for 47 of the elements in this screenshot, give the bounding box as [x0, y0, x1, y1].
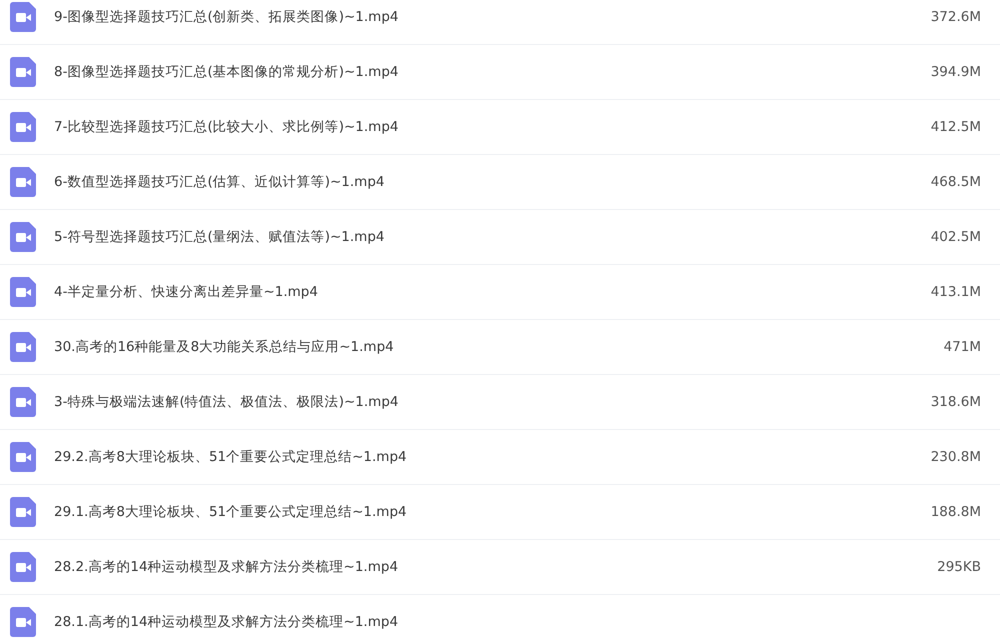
file-size: 471M — [944, 339, 981, 355]
file-row[interactable]: 9-图像型选择题技巧汇总(创新类、拓展类图像)~1.mp4 372.6M — [0, 0, 1000, 45]
file-name: 5-符号型选择题技巧汇总(量纲法、赋值法等)~1.mp4 — [54, 228, 386, 246]
file-name: 8-图像型选择题技巧汇总(基本图像的常规分析)~1.mp4 — [54, 63, 400, 81]
video-file-icon — [10, 167, 36, 197]
file-size: 295KB — [937, 559, 981, 575]
file-row[interactable]: 29.2.高考8大理论板块、51个重要公式定理总结~1.mp4 230.8M — [0, 430, 1000, 485]
video-file-icon — [10, 332, 36, 362]
file-size: 394.9M — [930, 64, 981, 80]
file-row[interactable]: 5-符号型选择题技巧汇总(量纲法、赋值法等)~1.mp4 402.5M — [0, 210, 1000, 265]
file-size: 372.6M — [930, 9, 981, 25]
video-file-icon — [10, 497, 36, 527]
file-row[interactable]: 28.1.高考的14种运动模型及求解方法分类梳理~1.mp4 — [0, 595, 1000, 638]
file-size: 412.5M — [930, 119, 981, 135]
file-name: 28.2.高考的14种运动模型及求解方法分类梳理~1.mp4 — [54, 558, 400, 576]
file-name: 29.2.高考8大理论板块、51个重要公式定理总结~1.mp4 — [54, 448, 408, 466]
file-row[interactable]: 29.1.高考8大理论板块、51个重要公式定理总结~1.mp4 188.8M — [0, 485, 1000, 540]
video-file-icon — [10, 552, 36, 582]
file-row[interactable]: 7-比较型选择题技巧汇总(比较大小、求比例等)~1.mp4 412.5M — [0, 100, 1000, 155]
file-name: 30.高考的16种能量及8大功能关系总结与应用~1.mp4 — [54, 338, 395, 356]
video-file-icon — [10, 387, 36, 417]
file-name: 3-特殊与极端法速解(特值法、极值法、极限法)~1.mp4 — [54, 393, 400, 411]
file-size: 468.5M — [930, 174, 981, 190]
video-file-icon — [10, 607, 36, 637]
video-file-icon — [10, 57, 36, 87]
file-name: 9-图像型选择题技巧汇总(创新类、拓展类图像)~1.mp4 — [54, 8, 400, 26]
file-name: 7-比较型选择题技巧汇总(比较大小、求比例等)~1.mp4 — [54, 118, 400, 136]
file-size: 188.8M — [930, 504, 981, 520]
video-file-icon — [10, 222, 36, 252]
file-name: 6-数值型选择题技巧汇总(估算、近似计算等)~1.mp4 — [54, 173, 386, 191]
video-file-icon — [10, 442, 36, 472]
file-row[interactable]: 28.2.高考的14种运动模型及求解方法分类梳理~1.mp4 295KB — [0, 540, 1000, 595]
file-size: 402.5M — [930, 229, 981, 245]
video-file-icon — [10, 2, 36, 32]
file-row[interactable]: 8-图像型选择题技巧汇总(基本图像的常规分析)~1.mp4 394.9M — [0, 45, 1000, 100]
file-size: 413.1M — [930, 284, 981, 300]
file-size: 230.8M — [930, 449, 981, 465]
file-name: 4-半定量分析、快速分离出差异量~1.mp4 — [54, 283, 319, 301]
file-row[interactable]: 30.高考的16种能量及8大功能关系总结与应用~1.mp4 471M — [0, 320, 1000, 375]
video-file-icon — [10, 277, 36, 307]
file-name: 28.1.高考的14种运动模型及求解方法分类梳理~1.mp4 — [54, 613, 400, 631]
file-row[interactable]: 4-半定量分析、快速分离出差异量~1.mp4 413.1M — [0, 265, 1000, 320]
file-row[interactable]: 3-特殊与极端法速解(特值法、极值法、极限法)~1.mp4 318.6M — [0, 375, 1000, 430]
video-file-icon — [10, 112, 36, 142]
file-size: 318.6M — [930, 394, 981, 410]
file-row[interactable]: 6-数值型选择题技巧汇总(估算、近似计算等)~1.mp4 468.5M — [0, 155, 1000, 210]
file-name: 29.1.高考8大理论板块、51个重要公式定理总结~1.mp4 — [54, 503, 408, 521]
